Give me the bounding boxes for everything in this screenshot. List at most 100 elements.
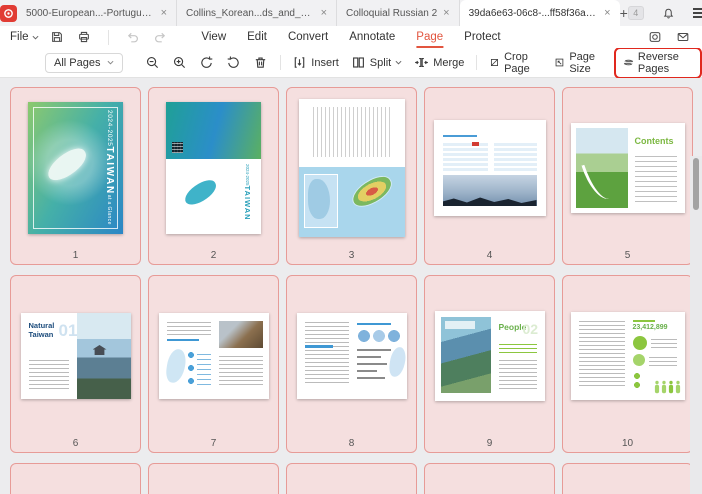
reverse-pages-button-highlighted[interactable]: Reverse Pages (613, 46, 702, 79)
pie-chart-art (632, 336, 647, 350)
menu-protect[interactable]: Protect (463, 29, 501, 45)
menu-annotate[interactable]: Annotate (348, 29, 396, 45)
menu-view[interactable]: View (200, 29, 227, 45)
tab-close-icon[interactable]: × (321, 7, 327, 19)
window-controls: 4 (627, 0, 702, 26)
paragraph-art (28, 357, 69, 389)
page-size-button[interactable]: Page Size (548, 48, 611, 78)
page-cell-12[interactable] (148, 463, 279, 494)
page-thumbnail-3[interactable] (298, 99, 405, 237)
page-cell-10[interactable]: 23,412,899 10 (562, 275, 693, 453)
paragraph-art (218, 353, 263, 385)
page-thumbnail-8[interactable] (296, 313, 407, 399)
page-cell-1[interactable]: 2024-2025TAIWANat a Glance 1 (10, 87, 141, 265)
page-thumbnail-9[interactable]: People 02 (434, 311, 545, 401)
file-menu[interactable]: File (10, 31, 39, 43)
page-cell-13[interactable] (286, 463, 417, 494)
page-cell-11[interactable] (10, 463, 141, 494)
tab-label: 5000-European...-Portuguese * (26, 7, 155, 19)
bar-chart-art (356, 349, 393, 379)
inset-map-art (303, 174, 338, 228)
page-number: 4 (486, 250, 493, 261)
page-range-select[interactable]: All Pages (45, 52, 123, 73)
insert-page-button[interactable]: Insert (286, 52, 345, 73)
crop-page-button[interactable]: Crop Page (483, 48, 548, 78)
tab-close-icon[interactable]: × (443, 7, 449, 19)
page-cell-14[interactable] (424, 463, 555, 494)
page-thumbnail-1[interactable]: 2024-2025TAIWANat a Glance (28, 102, 123, 234)
undo-button[interactable] (124, 29, 142, 45)
bell-icon[interactable] (654, 0, 684, 26)
tab-close-icon[interactable]: × (604, 7, 610, 19)
app-logo[interactable] (0, 0, 17, 26)
save-button[interactable] (48, 29, 66, 45)
delete-page-button[interactable] (247, 52, 274, 73)
merge-label: Merge (433, 56, 465, 69)
page-number: 1 (72, 250, 79, 261)
crop-page-label: Crop Page (504, 50, 530, 75)
scrollbar[interactable] (690, 156, 702, 494)
menu-icon[interactable] (684, 0, 702, 26)
tab-document-3[interactable]: Colloquial Russian 2 × (337, 0, 460, 26)
qr-code-art (172, 142, 183, 153)
tab-close-icon[interactable]: × (161, 7, 167, 19)
insert-label: Insert (311, 56, 339, 69)
menu-convert[interactable]: Convert (287, 29, 329, 45)
menu-bar: File View Edit Convert Annotate Page Pro… (0, 26, 702, 48)
page-cell-7[interactable]: 7 (148, 275, 279, 453)
page-thumbnail-2[interactable]: 2024-2025TAIWAN (166, 102, 261, 234)
print-button[interactable] (75, 29, 93, 45)
page-thumbnail-4[interactable] (433, 120, 546, 216)
tab-document-1[interactable]: 5000-European...-Portuguese * × (17, 0, 177, 26)
page-thumbnail-10[interactable]: 23,412,899 (570, 312, 685, 400)
mail-feedback-icon[interactable] (674, 29, 692, 45)
taiwan-topo-shape (348, 172, 395, 211)
notification-count-badge[interactable]: 4 (627, 6, 644, 20)
snapshot-icon[interactable] (646, 29, 664, 45)
coast-photo-art (76, 313, 131, 399)
menu-items: View Edit Convert Annotate Page Protect (200, 29, 501, 48)
paragraph-art (166, 321, 211, 335)
page-cell-2[interactable]: 2024-2025TAIWAN 2 (148, 87, 279, 265)
taiwan-outline-art (164, 347, 187, 385)
split-label: Split (369, 56, 392, 69)
label-lines-art (648, 356, 677, 366)
page-cell-6[interactable]: Natural Taiwan 01 6 (10, 275, 141, 453)
page-cell-5[interactable]: Contents 5 (562, 87, 693, 265)
page-cell-4[interactable]: 4 (424, 87, 555, 265)
redo-button[interactable] (151, 29, 169, 45)
page-size-label: Page Size (569, 50, 596, 75)
paragraph-art (498, 357, 537, 389)
page-thumbnail-6[interactable]: Natural Taiwan 01 (20, 313, 131, 399)
page-cell-15[interactable] (562, 463, 693, 494)
paragraph-art (304, 321, 349, 383)
page-thumbnail-5[interactable]: Contents (570, 123, 685, 213)
label-lines-art (650, 338, 677, 348)
scrollbar-thumb[interactable] (693, 158, 699, 210)
page-thumbnail-7[interactable] (158, 313, 269, 399)
tab-label: 39da6e63-06c8-...ff58f36aa7ad * (468, 7, 599, 19)
page-cell-8[interactable]: 8 (286, 275, 417, 453)
zoom-out-button[interactable] (139, 52, 166, 73)
zoom-in-button[interactable] (166, 52, 193, 73)
page-cell-9[interactable]: People 02 9 (424, 275, 555, 453)
merge-page-button[interactable]: Merge (408, 52, 470, 73)
tab-document-2[interactable]: Collins_Korean...ds_and_phrases × (177, 0, 337, 26)
menu-page-active[interactable]: Page (415, 29, 444, 48)
rotate-left-button[interactable] (193, 52, 220, 73)
tab-bar: 5000-European...-Portuguese * × Collins_… (0, 0, 702, 26)
split-page-button[interactable]: Split (345, 52, 408, 73)
paragraph-art (578, 320, 625, 386)
contents-title: Contents (634, 136, 674, 146)
population-stat: 23,412,899 (632, 324, 668, 331)
divider (279, 55, 281, 70)
taiwan-island-shape (181, 176, 220, 209)
tab-label: Collins_Korean...ds_and_phrases (186, 7, 315, 19)
page-number: 8 (348, 438, 355, 449)
menu-edit[interactable]: Edit (246, 29, 268, 45)
numbered-dots-art (186, 351, 195, 385)
rotate-right-button[interactable] (220, 52, 247, 73)
new-tab-button[interactable]: + (620, 0, 628, 26)
tab-document-4-active[interactable]: 39da6e63-06c8-...ff58f36aa7ad * × (459, 0, 620, 26)
page-cell-3[interactable]: 3 (286, 87, 417, 265)
